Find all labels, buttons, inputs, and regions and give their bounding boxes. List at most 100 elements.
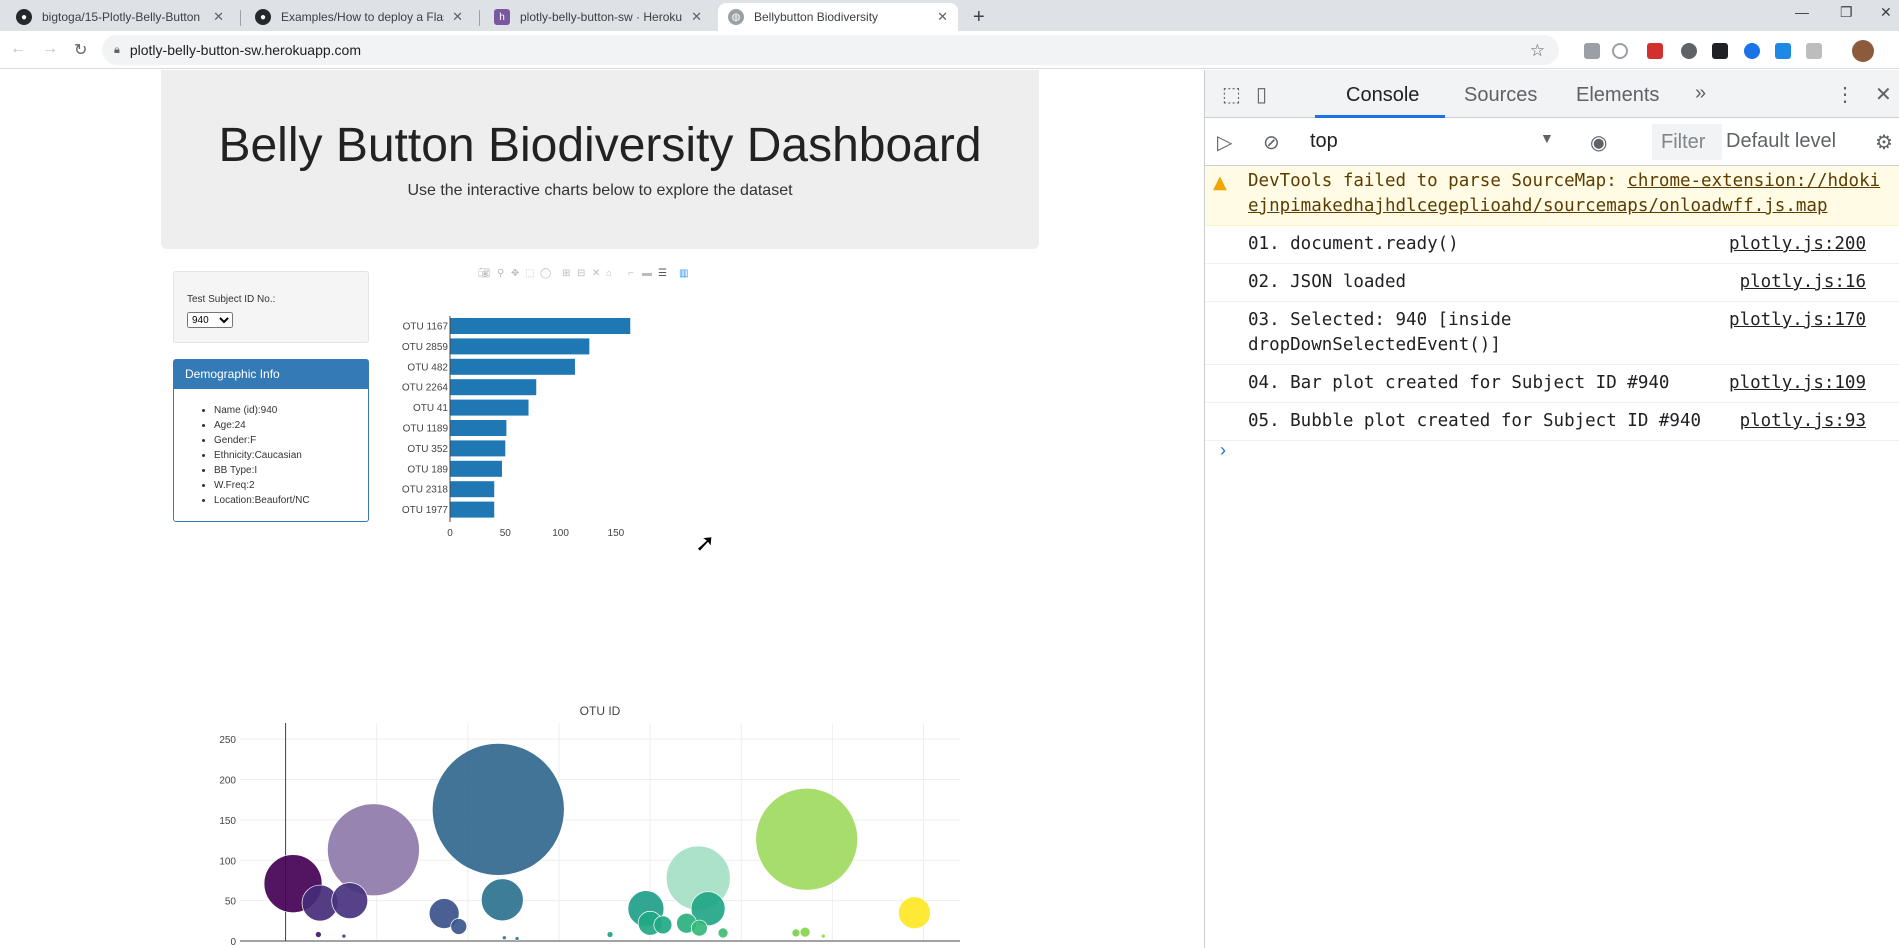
- extension-github-icon[interactable]: [1712, 43, 1728, 59]
- demo-item-ethnicity: Ethnicity:Caucasian: [214, 448, 368, 463]
- subject-id-dropdown[interactable]: 940: [187, 312, 233, 328]
- autoscale-icon[interactable]: ✕: [592, 268, 600, 279]
- kebab-menu-icon[interactable]: ⋮: [1835, 82, 1855, 107]
- extension-cloud-icon[interactable]: [1584, 43, 1600, 59]
- gear-icon[interactable]: ⚙: [1875, 130, 1893, 155]
- tab-console[interactable]: Console: [1346, 84, 1419, 107]
- demographic-panel: Demographic Info Name (id):940 Age:24 Ge…: [173, 359, 369, 522]
- log-level-dropdown[interactable]: Default level: [1726, 130, 1836, 153]
- extension-window-icon[interactable]: [1775, 43, 1791, 59]
- browser-tab-2[interactable]: ● Examples/How to deploy a Flask ✕: [245, 3, 473, 31]
- zoom-in-icon[interactable]: ⊞: [562, 268, 570, 279]
- message-text: 04. Bar plot created for Subject ID #940: [1248, 373, 1670, 393]
- x-tick-label: 150: [608, 528, 625, 539]
- lasso-icon[interactable]: ◯: [540, 268, 551, 279]
- close-tab-icon[interactable]: ✕: [452, 9, 463, 25]
- bar: [450, 501, 495, 518]
- context-selector[interactable]: top: [1310, 130, 1338, 153]
- source-link[interactable]: plotly.js:109: [1729, 371, 1866, 396]
- bubble: [653, 915, 673, 935]
- zoom-out-icon[interactable]: ⊟: [577, 268, 585, 279]
- console-toolbar: ▷ ⊘ top ▼ ◉ Filter Default level ⚙: [1205, 118, 1899, 166]
- sidebar-toggle-icon[interactable]: ▷: [1217, 130, 1232, 155]
- spike-icon[interactable]: ⌐: [628, 268, 634, 279]
- close-devtools-icon[interactable]: ✕: [1875, 82, 1892, 107]
- back-icon[interactable]: ←: [10, 40, 26, 58]
- clear-console-icon[interactable]: ⊘: [1263, 130, 1280, 155]
- page-title: Belly Button Biodiversity Dashboard: [218, 119, 982, 172]
- x-tick-label: 100: [552, 528, 569, 539]
- source-link[interactable]: plotly.js:93: [1740, 409, 1866, 434]
- bar-category-label: OTU 41: [413, 403, 448, 414]
- message-text: 02. JSON loaded: [1248, 272, 1407, 292]
- bar-category-label: OTU 1167: [403, 322, 449, 333]
- tab-elements[interactable]: Elements: [1576, 84, 1659, 107]
- console-messages: ▲ DevTools failed to parse SourceMap: ch…: [1205, 166, 1899, 441]
- console-message: 05. Bubble plot created for Subject ID #…: [1205, 403, 1899, 441]
- extension-check-icon[interactable]: [1612, 43, 1628, 59]
- bar-category-label: OTU 1977: [402, 505, 449, 516]
- bubble-chart-svg: OTU ID0500100015002000250030003500050100…: [219, 704, 960, 948]
- plotly-logo-icon[interactable]: ▥: [679, 268, 688, 279]
- minimize-icon[interactable]: —: [1795, 4, 1809, 20]
- bubble: [755, 787, 859, 891]
- hover-compare-icon[interactable]: ☰: [658, 268, 667, 279]
- home-icon[interactable]: ⌂: [606, 268, 612, 279]
- close-tab-icon[interactable]: ✕: [937, 9, 948, 25]
- selector-label: Test Subject ID No.:: [187, 294, 276, 305]
- live-expression-eye-icon[interactable]: ◉: [1590, 130, 1607, 155]
- browser-tab-bar: ● bigtoga/15-Plotly-Belly-Button ✕ ● Exa…: [0, 0, 1899, 31]
- close-tab-icon[interactable]: ✕: [213, 9, 224, 25]
- address-bar[interactable]: 🔒︎ plotly-belly-button-sw.herokuapp.com …: [102, 35, 1559, 65]
- inspect-element-icon[interactable]: ⬚: [1222, 82, 1241, 107]
- source-link[interactable]: plotly.js:170: [1729, 308, 1866, 333]
- new-tab-icon[interactable]: +: [973, 6, 985, 29]
- close-tab-icon[interactable]: ✕: [691, 9, 702, 25]
- forward-icon[interactable]: →: [42, 40, 58, 58]
- pan-icon[interactable]: ✥: [511, 268, 519, 279]
- bubble: [820, 933, 826, 939]
- bubble: [480, 878, 524, 922]
- demo-item-gender: Gender:F: [214, 433, 368, 448]
- bookmark-star-icon[interactable]: ☆: [1530, 41, 1545, 61]
- restore-icon[interactable]: ❐: [1840, 4, 1853, 21]
- close-window-icon[interactable]: ✕: [1880, 4, 1892, 21]
- tab-sources[interactable]: Sources: [1464, 84, 1537, 107]
- console-message: 01. document.ready() plotly.js:200: [1205, 226, 1899, 264]
- device-toggle-icon[interactable]: ▯: [1256, 82, 1267, 107]
- source-link[interactable]: plotly.js:200: [1729, 232, 1866, 257]
- browser-tab-3[interactable]: h plotly-belly-button-sw · Heroku ✕: [484, 3, 712, 31]
- chevron-down-icon[interactable]: ▼: [1540, 130, 1554, 146]
- y-tick-label: 0: [230, 937, 236, 945]
- source-link[interactable]: plotly.js:16: [1740, 270, 1866, 295]
- extension-b-icon[interactable]: [1806, 43, 1822, 59]
- extension-circle-icon[interactable]: [1681, 43, 1697, 59]
- bar-chart-svg: OTU 1167 OTU 2859 OTU 482 OTU 2264 OTU 41 OTU…: [402, 316, 631, 539]
- browser-tab-4[interactable]: ◍ Bellybutton Biodiversity ✕: [718, 3, 958, 31]
- camera-icon[interactable]: 📷︎: [478, 268, 491, 279]
- console-prompt-icon[interactable]: ›: [1220, 440, 1226, 461]
- box-select-icon[interactable]: ⬚: [525, 268, 534, 279]
- bar: [450, 379, 537, 396]
- zoom-icon[interactable]: ⚲: [497, 268, 504, 279]
- bar-category-label: OTU 2859: [402, 342, 449, 353]
- browser-tab-1[interactable]: ● bigtoga/15-Plotly-Belly-Button ✕: [6, 3, 234, 31]
- demographic-panel-title: Demographic Info: [174, 360, 368, 389]
- extension-lastpass-icon[interactable]: [1647, 43, 1663, 59]
- reload-icon[interactable]: ↻: [74, 40, 87, 60]
- avatar[interactable]: [1852, 40, 1874, 62]
- y-tick-label: 100: [219, 856, 236, 867]
- demo-item-bbtype: BB Type:I: [214, 463, 368, 478]
- filter-input[interactable]: Filter: [1652, 124, 1722, 160]
- more-tabs-icon[interactable]: »: [1695, 82, 1706, 105]
- warning-text: DevTools failed to parse SourceMap:: [1248, 171, 1628, 191]
- console-message: 02. JSON loaded plotly.js:16: [1205, 264, 1899, 302]
- globe-icon: ◍: [728, 9, 744, 25]
- bubble: [799, 926, 811, 938]
- hover-closest-icon[interactable]: ▬: [642, 268, 652, 279]
- y-tick-label: 200: [219, 776, 236, 787]
- bubble: [341, 933, 347, 939]
- bar: [450, 420, 507, 436]
- tab-label: bigtoga/15-Plotly-Belly-Button: [42, 10, 201, 24]
- extension-blue-icon[interactable]: [1744, 43, 1760, 59]
